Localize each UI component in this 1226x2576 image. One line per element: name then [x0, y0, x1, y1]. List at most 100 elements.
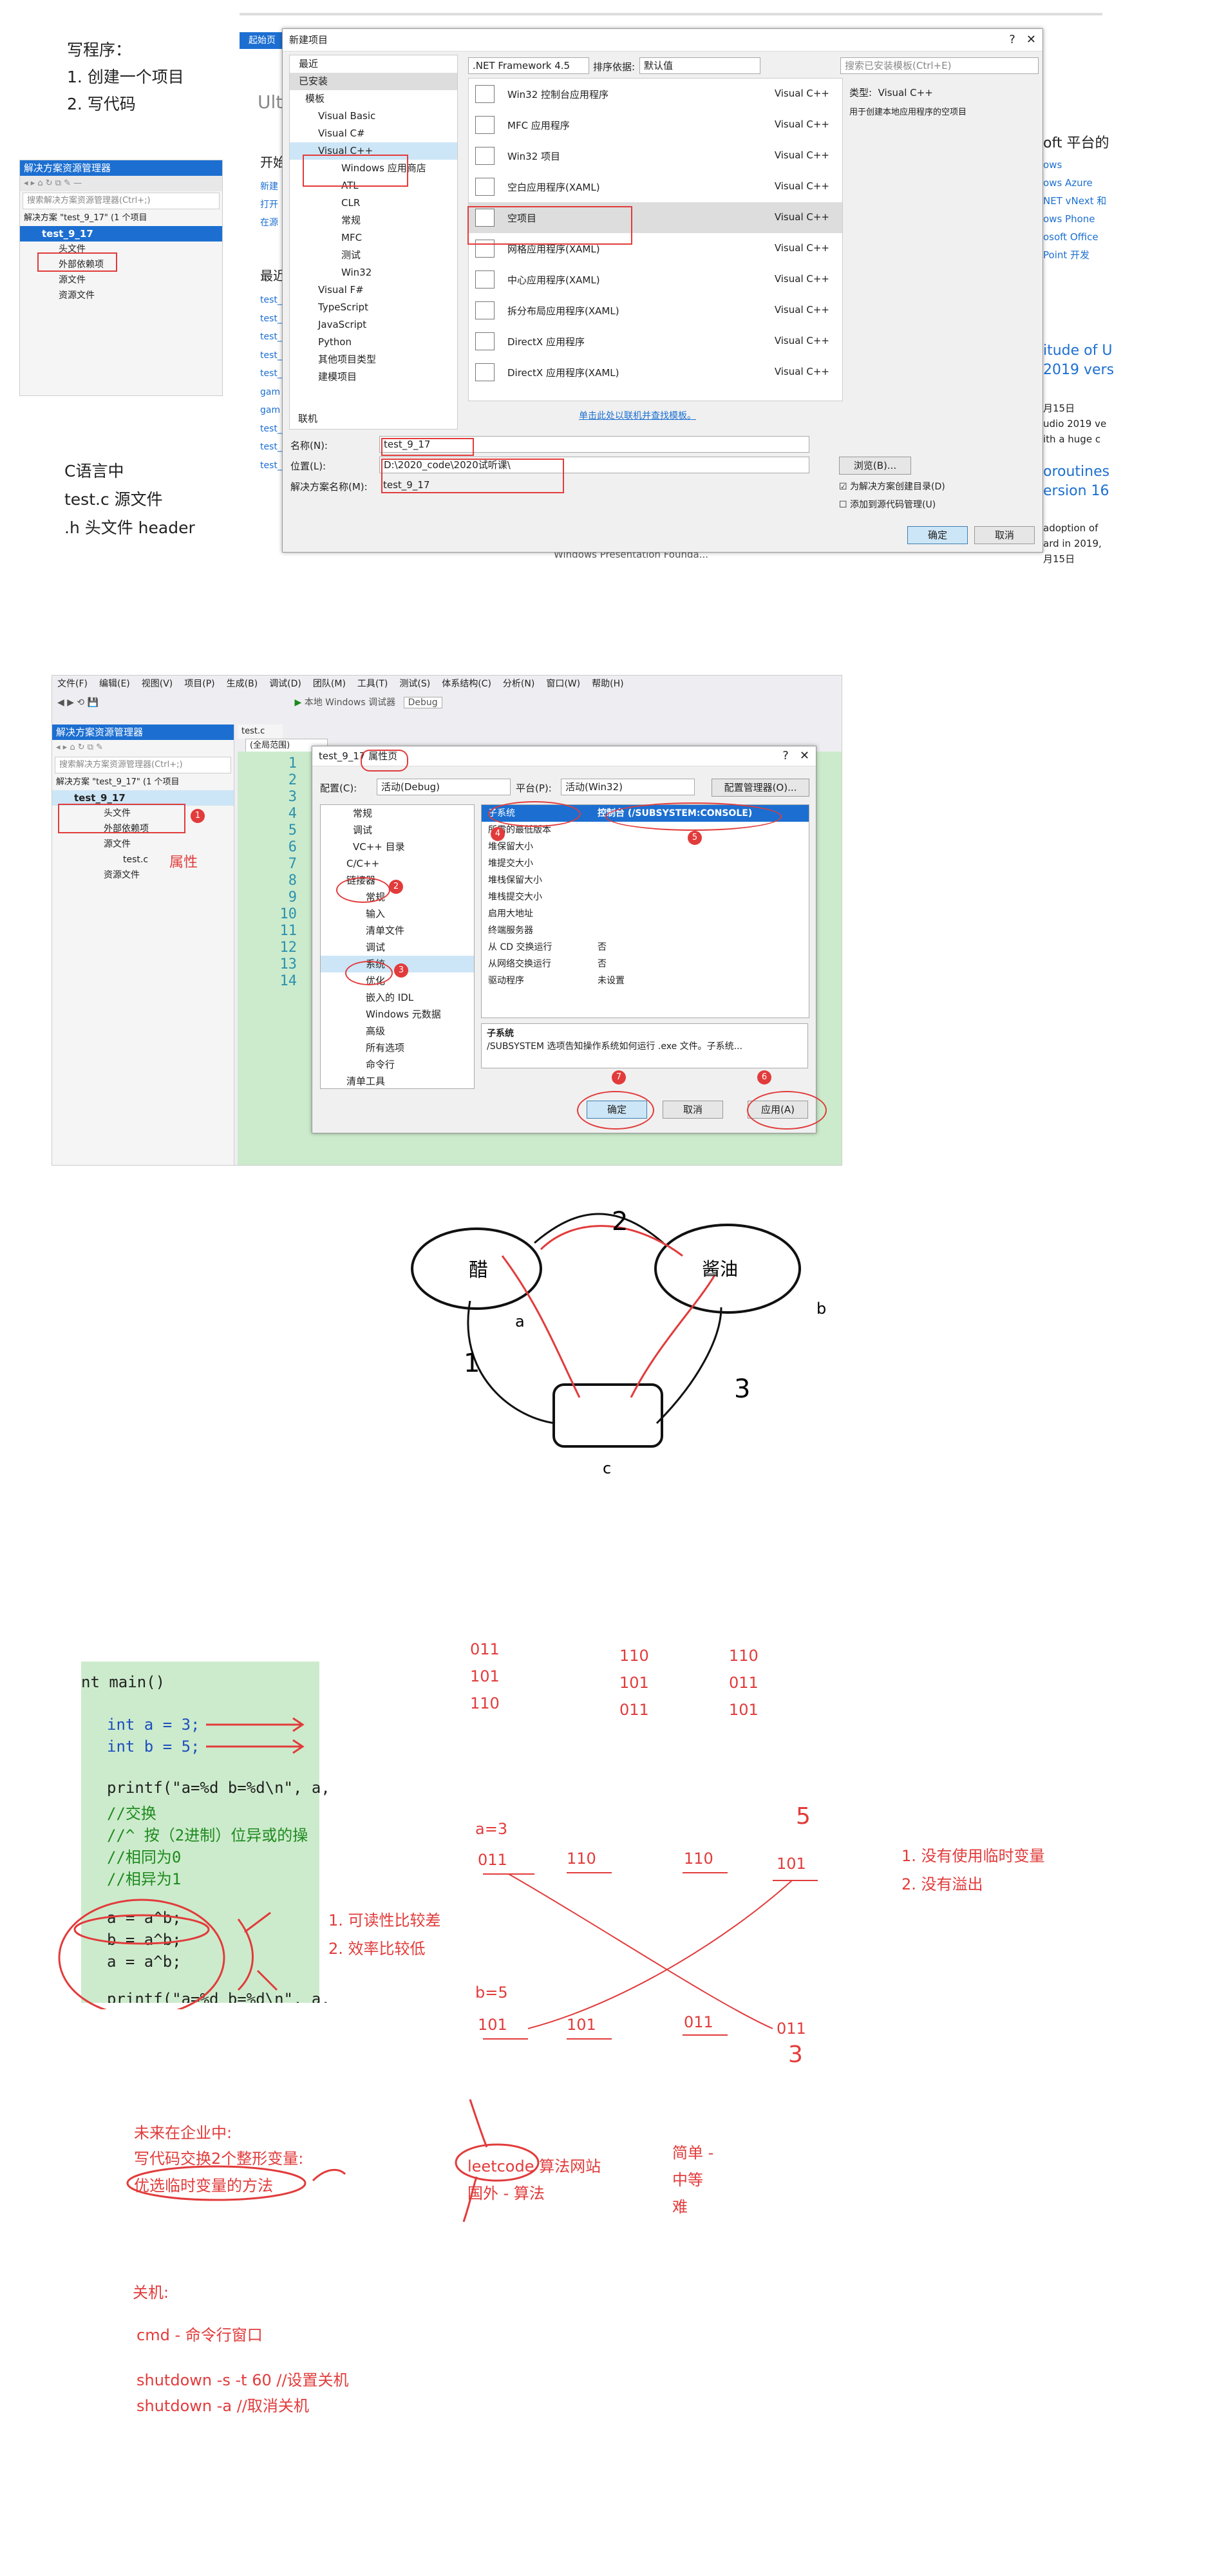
recent-item[interactable]: test_ [260, 291, 282, 310]
template-item[interactable]: 拆分布局应用程序(XAML) Visual C++ [469, 295, 842, 326]
tree-item[interactable]: 建模项目 [290, 368, 457, 386]
start-links[interactable]: 新建 打开 在源 [260, 178, 278, 232]
tree-manifest-tool[interactable]: 清单工具 [321, 1073, 474, 1090]
folder-source[interactable]: 源文件 [20, 272, 222, 288]
prop-row[interactable]: 终端服务器 [482, 922, 809, 939]
source-control-checkbox[interactable]: ☐ 添加到源代码管理(U) [839, 498, 936, 511]
prop-row[interactable]: 从网络交换运行 否 [482, 956, 809, 972]
explorer-toolbar[interactable]: ◂ ▸ ⌂ ↻ ⧉ ✎ [52, 740, 234, 755]
explorer-search-input[interactable]: 搜索解决方案资源管理器(Ctrl+;) [55, 757, 231, 773]
solution-search-input[interactable]: 搜索解决方案资源管理器(Ctrl+;) [23, 193, 220, 209]
template-search-input[interactable]: 搜索已安装模板(Ctrl+E) [840, 57, 1039, 74]
platform-select[interactable]: 活动(Win32) [561, 779, 695, 795]
recent-item[interactable]: test_ [260, 457, 282, 475]
cancel-button[interactable]: 取消 [663, 1101, 723, 1119]
recent-item[interactable]: test_ [260, 438, 282, 457]
template-item[interactable]: Win32 控制台应用程序 Visual C++ [469, 79, 842, 109]
tree-item[interactable]: Visual Basic [290, 108, 457, 125]
tree-manifest-file[interactable]: 清单文件 [321, 922, 474, 939]
tree-item[interactable]: MFC [290, 229, 457, 247]
tree-online[interactable]: 联机 [298, 410, 317, 428]
template-item[interactable]: 空白应用程序(XAML) Visual C++ [469, 171, 842, 202]
right-link[interactable]: ows [1043, 156, 1106, 174]
tree-windows-metadata[interactable]: Windows 元数据 [321, 1006, 474, 1023]
template-item[interactable]: 中心应用程序(XAML) Visual C++ [469, 264, 842, 295]
sort-select[interactable]: 默认值 [639, 57, 760, 74]
start-link-source[interactable]: 在源 [260, 214, 278, 232]
tree-item[interactable]: Win32 [290, 264, 457, 281]
tree-templates[interactable]: 模板 [290, 90, 457, 108]
tree-advanced[interactable]: 高级 [321, 1023, 474, 1039]
config-manager-button[interactable]: 配置管理器(O)... [712, 779, 809, 797]
tree-item[interactable]: 常规 [290, 212, 457, 229]
template-item[interactable]: DirectX 应用程序(XAML) Visual C++ [469, 357, 842, 388]
right-link[interactable]: ows Phone [1043, 210, 1106, 228]
right-link[interactable]: osoft Office [1043, 228, 1106, 246]
tree-item[interactable]: Python [290, 334, 457, 351]
tree-debug[interactable]: 调试 [321, 822, 474, 838]
tree-item[interactable]: JavaScript [290, 316, 457, 334]
file-test-c[interactable]: test.c [52, 852, 234, 867]
start-link-open[interactable]: 打开 [260, 196, 278, 214]
ok-button[interactable]: 确定 [907, 526, 968, 544]
tree-item[interactable]: TypeScript [290, 299, 457, 316]
tree-item[interactable]: 其他项目类型 [290, 351, 457, 368]
cancel-button[interactable]: 取消 [974, 526, 1035, 544]
news-2-title-b[interactable]: ersion 16 [1043, 482, 1109, 501]
create-dir-checkbox[interactable]: ☑ 为解决方案创建目录(D) [839, 480, 945, 493]
tree-recent[interactable]: 最近 [290, 55, 457, 73]
config-select[interactable]: 活动(Debug) [377, 779, 511, 795]
folder-source[interactable]: 源文件 [52, 837, 234, 852]
news-1[interactable]: itude of U 2019 vers [1043, 341, 1114, 380]
tree-item[interactable]: CLR [290, 194, 457, 212]
online-templates-link[interactable]: 单击此处以联机并查找模板。 [579, 409, 696, 422]
news-2-title[interactable]: oroutines [1043, 462, 1109, 482]
close-icon[interactable]: ? ✕ [1009, 29, 1036, 51]
recent-item[interactable]: gam [260, 383, 282, 402]
template-item[interactable]: DirectX 应用程序 Visual C++ [469, 326, 842, 357]
tree-item[interactable]: Visual F# [290, 281, 457, 299]
start-link-new[interactable]: 新建 [260, 178, 278, 196]
recent-item[interactable]: test_ [260, 420, 282, 439]
news-1-title[interactable]: itude of U [1043, 341, 1114, 361]
template-item[interactable]: MFC 应用程序 Visual C++ [469, 109, 842, 140]
news-1-title-b[interactable]: 2019 vers [1043, 361, 1114, 380]
start-page-tab[interactable]: 起始页 [240, 32, 285, 49]
prop-row[interactable]: 启用大地址 [482, 905, 809, 922]
editor-tab[interactable]: test.c [238, 724, 283, 739]
recent-item[interactable]: test_ [260, 365, 282, 383]
tree-item[interactable]: 测试 [290, 247, 457, 264]
menu-window[interactable]: 窗口(W) [546, 676, 580, 692]
tree-linker-input[interactable]: 输入 [321, 905, 474, 922]
browse-button[interactable]: 浏览(B)... [839, 457, 911, 475]
menu-test[interactable]: 测试(S) [399, 676, 430, 692]
folder-resources[interactable]: 资源文件 [52, 867, 234, 883]
right-link[interactable]: ows Azure [1043, 174, 1106, 192]
menu-build[interactable]: 生成(B) [227, 676, 258, 692]
menu-analyze[interactable]: 分析(N) [503, 676, 534, 692]
project-node[interactable]: test_9_17 [20, 226, 222, 242]
recent-item[interactable]: test_ [260, 310, 282, 328]
tree-general[interactable]: 常规 [321, 805, 474, 822]
tree-installed[interactable]: 已安装 [290, 73, 457, 90]
close-icon[interactable]: ? ✕ [782, 746, 809, 766]
tree-embedded-idl[interactable]: 嵌入的 IDL [321, 989, 474, 1006]
menu-tools[interactable]: 工具(T) [357, 676, 388, 692]
prop-row[interactable]: 堆栈保留大小 [482, 872, 809, 889]
folder-resources[interactable]: 资源文件 [20, 288, 222, 303]
back-icon[interactable]: ◀ ▶ ⟲ 💾 [57, 697, 99, 708]
recent-item[interactable]: test_ [260, 328, 282, 346]
tree-item[interactable]: Visual C# [290, 125, 457, 142]
config-select[interactable]: Debug [403, 697, 442, 708]
right-link[interactable]: NET vNext 和 [1043, 192, 1106, 210]
tree-all-options[interactable]: 所有选项 [321, 1039, 474, 1056]
solution-explorer-toolbar[interactable]: ◂ ▸ ⌂ ↻ ⧉ ✎ — [20, 176, 222, 191]
solution-node[interactable]: 解决方案 "test_9_17" (1 个项目 [52, 775, 234, 790]
prop-row[interactable]: 堆栈提交大小 [482, 889, 809, 905]
tree-cpp[interactable]: C/C++ [321, 855, 474, 872]
menu-file[interactable]: 文件(F) [57, 676, 88, 692]
run-label[interactable]: 本地 Windows 调试器 [305, 697, 395, 708]
menu-team[interactable]: 团队(M) [313, 676, 346, 692]
menu-help[interactable]: 帮助(H) [592, 676, 623, 692]
framework-select[interactable]: .NET Framework 4.5 [468, 57, 589, 74]
